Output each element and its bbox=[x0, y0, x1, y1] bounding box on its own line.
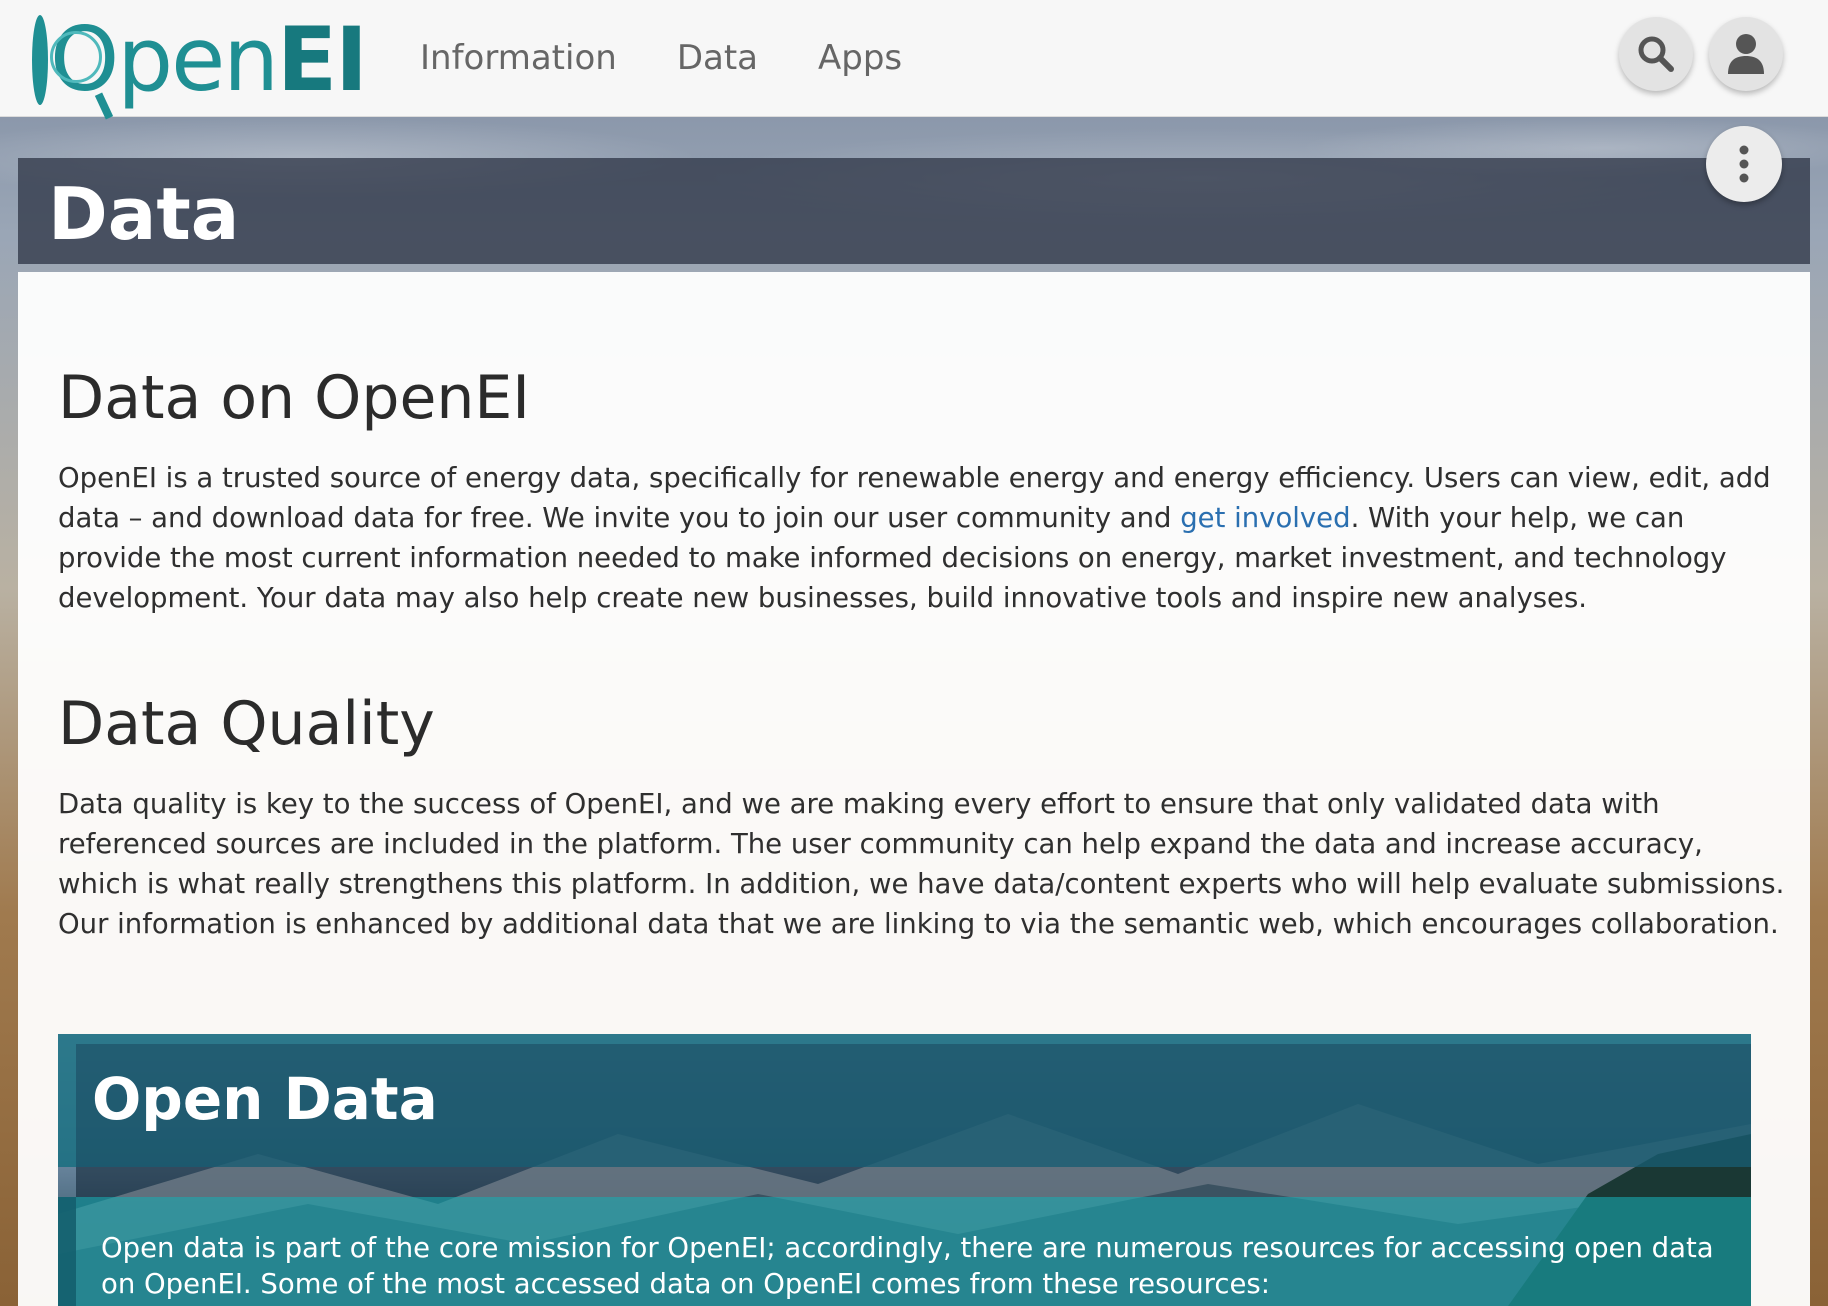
main-content: Data on OpenEI OpenEI is a trusted sourc… bbox=[18, 272, 1810, 1306]
user-icon bbox=[1728, 34, 1764, 74]
heading-open-data: Open Data bbox=[92, 1065, 438, 1133]
page-title: Data bbox=[48, 172, 240, 256]
logo-globe-icon bbox=[32, 15, 102, 105]
paragraph-open-data: Open data is part of the core mission fo… bbox=[101, 1232, 1714, 1300]
nav-item-data[interactable]: Data bbox=[677, 30, 758, 86]
page-actions-button[interactable] bbox=[1706, 126, 1782, 202]
open-data-divider bbox=[76, 1167, 1751, 1197]
paragraph-data-on-openei: OpenEI is a trusted source of energy dat… bbox=[58, 458, 1788, 618]
page-header: Data bbox=[18, 158, 1810, 264]
openei-logo[interactable]: OpenEI bbox=[32, 10, 368, 110]
user-account-button[interactable] bbox=[1709, 17, 1783, 91]
heading-data-quality: Data Quality bbox=[58, 689, 435, 759]
open-data-panel: Open Data Open data is part of the core … bbox=[58, 1034, 1751, 1306]
search-button[interactable] bbox=[1619, 17, 1693, 91]
nav-item-information[interactable]: Information bbox=[420, 30, 617, 86]
get-involved-link[interactable]: get involved bbox=[1180, 502, 1350, 534]
search-icon bbox=[1638, 36, 1674, 72]
heading-data-on-openei: Data on OpenEI bbox=[58, 363, 531, 433]
top-navigation-bar: OpenEI Information Data Apps bbox=[0, 0, 1828, 117]
paragraph-data-quality: Data quality is key to the success of Op… bbox=[58, 788, 1785, 940]
more-vertical-icon bbox=[1739, 145, 1749, 183]
open-data-body-accent bbox=[58, 1197, 76, 1306]
nav-item-apps[interactable]: Apps bbox=[818, 30, 902, 86]
main-nav: Information Data Apps bbox=[420, 30, 902, 86]
logo-text-ei: EI bbox=[277, 8, 368, 111]
